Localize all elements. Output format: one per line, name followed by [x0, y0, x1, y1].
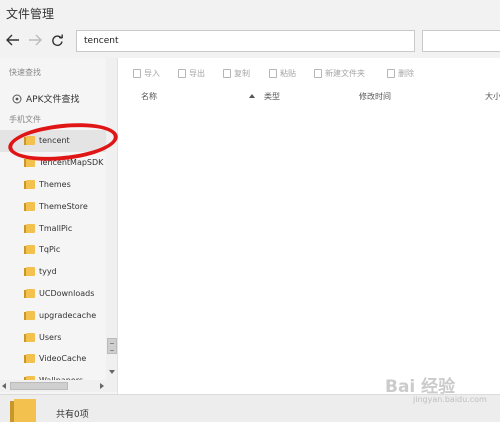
folder-icon [24, 332, 35, 342]
sidebar-folder-item[interactable]: tyyd [0, 261, 106, 283]
sidebar-folder-item[interactable]: Users [0, 326, 106, 348]
sidebar-item-apk-finder[interactable]: APK文件查找 [12, 92, 80, 105]
column-modified[interactable]: 修改时间 [359, 91, 391, 102]
search-field[interactable] [422, 30, 500, 52]
folder-label: TencentMapSDK [39, 158, 104, 168]
new-folder-button[interactable]: 新建文件夹 [314, 68, 365, 79]
copy-icon [223, 69, 231, 78]
title-bar: 文件管理 [0, 0, 500, 26]
folder-large-icon [10, 399, 36, 422]
folder-label: TqPic [39, 245, 61, 255]
folder-label: UCDownloads [39, 288, 95, 298]
file-list-area[interactable] [119, 104, 500, 394]
folder-icon [24, 223, 35, 233]
apk-finder-label: APK文件查找 [26, 95, 80, 105]
scrollbar-thumb[interactable] [107, 338, 117, 354]
scroll-down-arrow-icon[interactable] [109, 370, 115, 374]
radio-circle-icon [12, 94, 22, 103]
copy-label: 复制 [234, 69, 250, 78]
scroll-left-arrow-icon[interactable] [2, 383, 6, 389]
column-name[interactable]: 名称 [141, 91, 157, 102]
paste-button[interactable]: 粘贴 [269, 68, 296, 79]
column-size[interactable]: 大小 [485, 91, 500, 102]
sidebar-vertical-scrollbar[interactable] [106, 58, 117, 380]
navigation-bar [0, 26, 500, 58]
import-label: 导入 [144, 69, 160, 78]
refresh-icon[interactable] [48, 31, 66, 49]
watermark-url: jingyan.baidu.com [413, 395, 487, 404]
sidebar-folder-item[interactable]: TmallPic [0, 217, 106, 239]
import-button[interactable]: 导入 [133, 68, 160, 79]
new-folder-icon [314, 69, 322, 78]
forward-arrow-icon[interactable] [26, 31, 44, 49]
item-count: 共有0项 [56, 410, 89, 420]
import-icon [133, 69, 141, 78]
delete-button[interactable]: 删除 [387, 68, 414, 79]
folder-label: tyyd [39, 267, 57, 277]
sidebar-folder-item[interactable]: TencentMapSDK [0, 152, 106, 174]
folder-icon [24, 158, 35, 168]
folder-list: tencent TencentMapSDK Themes ThemeStore … [0, 130, 106, 392]
paste-label: 粘贴 [280, 69, 296, 78]
sidebar-folder-item[interactable]: UCDownloads [0, 283, 106, 305]
quick-find-label: 快速查找 [9, 68, 41, 77]
watermark-logo: Bai 经验 [385, 377, 456, 397]
copy-button[interactable]: 复制 [223, 68, 250, 79]
sidebar-horizontal-scrollbar[interactable] [0, 380, 117, 392]
phone-files-label: 手机文件 [9, 115, 41, 124]
sidebar: 快速查找 APK文件查找 手机文件 tencent TencentMapSDK … [0, 58, 118, 394]
folder-label: TmallPic [39, 223, 73, 233]
folder-icon [24, 201, 35, 211]
folder-icon [24, 310, 35, 320]
folder-icon [24, 267, 35, 277]
folder-label: tencent [39, 136, 70, 146]
export-label: 导出 [189, 69, 205, 78]
folder-icon [24, 354, 35, 364]
folder-icon [24, 245, 35, 255]
sidebar-folder-item[interactable]: TqPic [0, 239, 106, 261]
folder-label: Users [39, 332, 62, 342]
folder-label: upgradecache [39, 310, 97, 320]
window-title: 文件管理 [6, 7, 55, 21]
export-button[interactable]: 导出 [178, 68, 205, 79]
path-field[interactable] [76, 30, 415, 52]
paste-icon [269, 69, 277, 78]
folder-icon [24, 136, 35, 146]
sort-ascending-icon [249, 94, 255, 98]
toolbar: 导入 导出 复制 粘贴 新建文件夹 删除 [119, 58, 500, 88]
export-icon [178, 69, 186, 78]
folder-icon [24, 288, 35, 298]
column-type[interactable]: 类型 [264, 91, 280, 102]
scroll-right-arrow-icon[interactable] [100, 383, 104, 389]
file-list-header: 名称 类型 修改时间 大小 [119, 88, 500, 104]
delete-label: 删除 [398, 69, 414, 78]
folder-label: ThemeStore [39, 201, 88, 211]
new-folder-label: 新建文件夹 [325, 69, 365, 78]
sidebar-folder-item[interactable]: ThemeStore [0, 195, 106, 217]
sidebar-folder-item[interactable]: Themes [0, 174, 106, 196]
folder-label: Themes [39, 179, 71, 189]
sidebar-folder-item[interactable]: upgradecache [0, 304, 106, 326]
path-input[interactable] [77, 31, 414, 51]
folder-icon [24, 179, 35, 189]
sidebar-folder-item[interactable]: tencent [0, 130, 106, 152]
sidebar-folder-item[interactable]: VideoCache [0, 348, 106, 370]
delete-icon [387, 69, 395, 78]
scrollbar-thumb[interactable] [10, 382, 68, 390]
folder-label: VideoCache [39, 354, 87, 364]
back-arrow-icon[interactable] [4, 31, 22, 49]
